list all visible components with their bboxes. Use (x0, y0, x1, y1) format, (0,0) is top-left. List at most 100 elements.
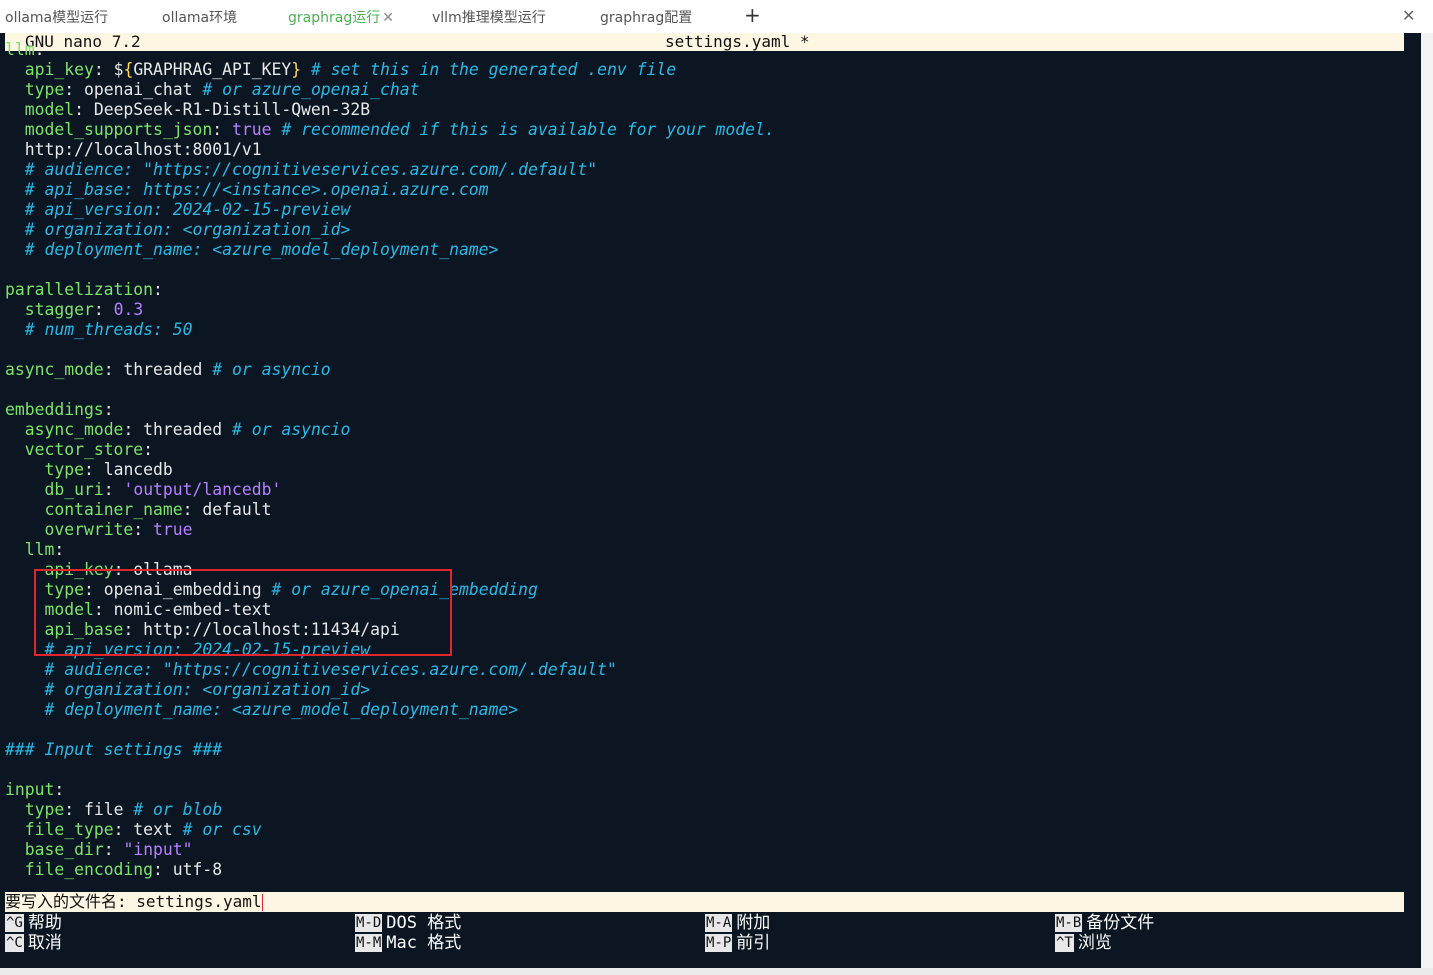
code-text: : (93, 300, 114, 319)
shortcut-prepend[interactable]: M-P 前引 (705, 933, 770, 953)
filename-input[interactable]: settings.yaml (136, 892, 261, 911)
code-key: parallelization (5, 280, 154, 299)
code-value: true (153, 520, 193, 539)
code-key: overwrite (44, 520, 134, 539)
code-line: ### Input settings ### (5, 740, 775, 760)
code-line: container_name: default (5, 500, 775, 520)
shortcut-label: 附加 (736, 913, 771, 933)
shortcut-cancel[interactable]: ^C 取消 (5, 933, 62, 953)
code-key: embeddings (5, 400, 104, 419)
code-key: async_mode (5, 360, 104, 379)
code-text: : (54, 780, 65, 799)
code-line: # num_threads: 50 (5, 320, 775, 340)
editor-buffer[interactable]: llm: api_key: ${GRAPHRAG_API_KEY} # set … (5, 40, 775, 880)
code-value: 'output/lancedb' (123, 480, 282, 499)
code-line: llm: (5, 540, 775, 560)
shortcut-key: ^C (5, 934, 24, 952)
code-comment: # or blob (133, 800, 223, 819)
code-line: overwrite: true (5, 520, 775, 540)
shortcut-label: 前引 (736, 933, 771, 953)
code-value: 0.3 (113, 300, 144, 319)
vertical-scrollbar[interactable] (1421, 33, 1433, 968)
code-comment: # or asyncio (212, 360, 331, 379)
code-key: llm (5, 40, 35, 59)
code-line: # api_version: 2024-02-15-preview (5, 200, 775, 220)
code-line: type: openai_chat # or azure_openai_chat (5, 80, 775, 100)
text-cursor (261, 894, 263, 911)
new-tab-plus-icon[interactable]: + (744, 3, 761, 27)
code-key: input (5, 780, 55, 799)
code-comment: # or csv (182, 820, 262, 839)
code-line: # api_base: https://<instance>.openai.az… (5, 180, 775, 200)
code-line: base_dir: "input" (5, 840, 775, 860)
code-comment: # deployment_name: <azure_model_deployme… (44, 700, 519, 719)
code-line: # organization: <organization_id> (5, 680, 775, 700)
code-text: : (103, 480, 124, 499)
shortcut-mac-format[interactable]: M-M Mac 格式 (355, 933, 461, 953)
tab-graphrag-config[interactable]: graphrag配置 (600, 7, 692, 27)
code-line: # deployment_name: <azure_model_deployme… (5, 700, 775, 720)
code-comment: # recommended if this is available for y… (281, 120, 775, 139)
code-text: : openai_chat (64, 80, 203, 99)
tab-ollama-model-run[interactable]: ollama模型运行 (5, 7, 108, 27)
code-comment: # organization: <organization_id> (24, 220, 351, 239)
code-text: { (123, 60, 134, 79)
status-strip (0, 968, 1433, 975)
filename-prompt[interactable]: 要写入的文件名: settings.yaml (5, 892, 1404, 912)
code-comment: # deployment_name: <azure_model_deployme… (24, 240, 499, 259)
shortcut-key: M-P (705, 934, 733, 952)
tab-vllm-run[interactable]: vllm推理模型运行 (432, 7, 546, 27)
code-line: type: file # or blob (5, 800, 775, 820)
shortcut-label: Mac 格式 (386, 933, 462, 953)
code-comment: # audience: "https://cognitiveservices.a… (44, 660, 617, 679)
code-text: } (291, 60, 302, 79)
code-key: model_supports_json (24, 120, 213, 139)
code-line: stagger: 0.3 (5, 300, 775, 320)
shortcut-browse[interactable]: ^T 浏览 (1055, 933, 1112, 953)
code-line: input: (5, 780, 775, 800)
code-comment: # or azure_openai_chat (202, 80, 420, 99)
code-comment: # set this in the generated .env file (310, 60, 677, 79)
code-text: : file (64, 800, 134, 819)
code-text: : text (113, 820, 183, 839)
code-text: : threaded (103, 360, 213, 379)
code-value: "input" (123, 840, 193, 859)
code-key: type (24, 80, 65, 99)
highlight-box (34, 569, 452, 656)
code-line: model_supports_json: true # recommended … (5, 120, 775, 140)
shortcut-key: M-D (355, 914, 383, 932)
shortcut-key: M-M (355, 934, 383, 952)
shortcut-help[interactable]: ^G 帮助 (5, 913, 62, 933)
shortcut-backup[interactable]: M-B 备份文件 (1055, 913, 1154, 933)
shortcut-key: ^G (5, 914, 24, 932)
code-text: : DeepSeek-R1-Distill-Qwen-32B (74, 100, 371, 119)
shortcut-dos-format[interactable]: M-D DOS 格式 (355, 913, 461, 933)
code-key: base_dir (24, 840, 104, 859)
code-line: # audience: "https://cognitiveservices.a… (5, 160, 775, 180)
tab-close-icon[interactable]: ✕ (382, 10, 394, 26)
code-text: : (34, 40, 45, 59)
code-line: vector_store: (5, 440, 775, 460)
window-close-icon[interactable]: ✕ (1402, 6, 1415, 25)
code-key: type (44, 460, 84, 479)
tab-graphrag-run[interactable]: graphrag运行 ✕ (288, 7, 394, 27)
tab-ollama-env[interactable]: ollama环境 (162, 7, 237, 27)
shortcut-append[interactable]: M-A 附加 (705, 913, 770, 933)
